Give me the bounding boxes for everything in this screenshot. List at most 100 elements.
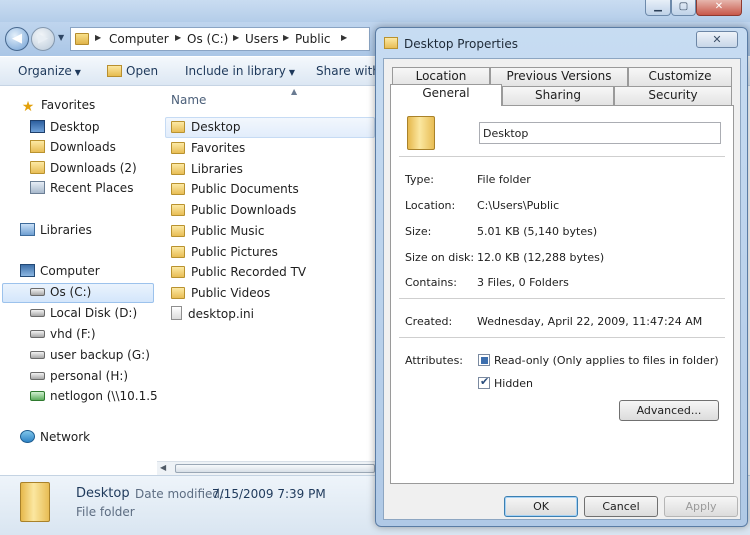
open-label: Open	[126, 64, 159, 78]
folder-name-input[interactable]	[479, 122, 721, 144]
column-header[interactable]: Name ▲	[157, 87, 375, 113]
dialog-title: Desktop Properties	[404, 37, 518, 51]
navigation-pane: ★ Favorites Desktop Downloads Downloads (…	[0, 87, 157, 475]
location-value: C:\Users\Public	[477, 199, 560, 212]
breadcrumb-chevron-icon[interactable]: ▶	[283, 33, 289, 42]
nav-personal-h[interactable]: personal (H:)	[30, 367, 128, 387]
share-with-button[interactable]: Share with	[316, 64, 380, 78]
file-item-label: Public Videos	[191, 286, 271, 300]
contains-value: 3 Files, 0 Folders	[477, 276, 569, 289]
nav-downloads-2[interactable]: Downloads (2)	[30, 159, 137, 179]
include-in-library-button[interactable]: Include in library ▼	[185, 64, 295, 78]
sort-ascending-icon: ▲	[291, 87, 298, 96]
folder-icon	[171, 266, 185, 278]
ok-button[interactable]: OK	[504, 496, 578, 517]
nav-recent-places-label: Recent Places	[50, 181, 134, 195]
large-folder-icon	[20, 482, 50, 522]
details-modified-value: 7/15/2009 7:39 PM	[212, 487, 326, 501]
nav-network[interactable]: Network	[20, 428, 90, 448]
file-item-label: Libraries	[191, 162, 243, 176]
separator	[399, 298, 725, 299]
hidden-checkbox[interactable]: ✔	[478, 375, 490, 389]
nav-computer[interactable]: Computer	[20, 262, 100, 282]
breadcrumb-public[interactable]: Public	[295, 32, 331, 46]
breadcrumb-chevron-icon[interactable]: ▶	[233, 33, 239, 42]
close-window-button[interactable]: ✕	[696, 0, 742, 16]
maximize-button[interactable]: ▢	[671, 0, 696, 16]
folder-icon	[171, 204, 185, 216]
column-name-header[interactable]: Name	[171, 93, 206, 107]
nav-local-disk-d[interactable]: Local Disk (D:)	[30, 304, 137, 324]
size-value: 5.01 KB (5,140 bytes)	[477, 225, 598, 238]
breadcrumb-computer[interactable]: Computer	[109, 32, 169, 46]
scroll-left-icon[interactable]: ◀	[160, 463, 166, 472]
tab-general[interactable]: General	[390, 84, 502, 106]
nav-desktop[interactable]: Desktop	[30, 118, 100, 138]
recent-places-icon	[30, 181, 45, 194]
nav-recent-places[interactable]: Recent Places	[30, 179, 133, 199]
nav-favorites-label: Favorites	[41, 98, 96, 112]
folder-icon	[171, 142, 185, 154]
tab-previous-versions[interactable]: Previous Versions	[490, 67, 628, 86]
tab-security[interactable]: Security	[614, 86, 732, 105]
nav-favorites[interactable]: ★ Favorites	[20, 96, 96, 116]
forward-button[interactable]: ▶	[31, 27, 55, 51]
back-button[interactable]: ◀	[5, 27, 29, 51]
hidden-label: Hidden	[494, 377, 534, 390]
breadcrumb-users[interactable]: Users	[245, 32, 279, 46]
drive-icon	[30, 351, 45, 359]
nav-downloads-2-label: Downloads (2)	[50, 161, 137, 175]
file-item-public-recorded-tv[interactable]: Public Recorded TV	[171, 263, 306, 283]
network-drive-icon	[30, 391, 45, 401]
caret-down-icon: ▼	[74, 68, 81, 77]
nav-vhd-f[interactable]: vhd (F:)	[30, 325, 96, 345]
nav-libraries[interactable]: Libraries	[20, 221, 92, 241]
file-item-public-pictures[interactable]: Public Pictures	[171, 243, 278, 263]
breadcrumb-os-c[interactable]: Os (C:)	[187, 32, 228, 46]
breadcrumb-chevron-icon[interactable]: ▶	[341, 33, 347, 42]
indeterminate-mark-icon	[481, 357, 488, 364]
cancel-button[interactable]: Cancel	[584, 496, 658, 517]
horizontal-scrollbar[interactable]: ◀	[157, 461, 375, 475]
folder-icon	[384, 37, 398, 49]
readonly-checkbox[interactable]	[478, 354, 490, 366]
contains-label: Contains:	[405, 276, 457, 289]
nav-computer-label: Computer	[40, 264, 100, 278]
recent-pages-chevron-icon[interactable]: ▼	[58, 33, 64, 42]
details-item-type: File folder	[76, 505, 135, 519]
breadcrumb-chevron-icon[interactable]: ▶	[175, 33, 181, 42]
address-bar[interactable]: ▶ Computer ▶ Os (C:) ▶ Users ▶ Public ▶	[70, 27, 370, 51]
file-item-desktop-ini[interactable]: desktop.ini	[171, 305, 254, 325]
advanced-button[interactable]: Advanced...	[619, 400, 719, 421]
desktop-icon	[30, 120, 45, 133]
tab-customize[interactable]: Customize	[628, 67, 732, 86]
nav-user-backup-g[interactable]: user backup (G:)	[30, 346, 150, 366]
organize-label: Organize	[18, 64, 72, 78]
file-item-favorites[interactable]: Favorites	[171, 139, 245, 159]
file-item-libraries[interactable]: Libraries	[171, 160, 243, 180]
nav-os-c[interactable]: Os (C:)	[30, 283, 91, 303]
nav-netlogon[interactable]: netlogon (\\10.1.50.	[30, 387, 157, 407]
separator	[399, 337, 725, 338]
organize-button[interactable]: Organize ▼	[18, 64, 81, 78]
large-folder-icon	[407, 116, 435, 150]
dialog-close-button[interactable]: ✕	[696, 31, 738, 48]
created-label: Created:	[405, 315, 453, 328]
file-item-public-documents[interactable]: Public Documents	[171, 180, 299, 200]
apply-button[interactable]: Apply	[664, 496, 738, 517]
file-item-public-music[interactable]: Public Music	[171, 222, 264, 242]
tab-sharing[interactable]: Sharing	[502, 86, 614, 105]
file-item-label: Public Documents	[191, 182, 299, 196]
minimize-button[interactable]: ▁	[645, 0, 671, 16]
file-item-public-downloads[interactable]: Public Downloads	[171, 201, 296, 221]
scrollbar-thumb[interactable]	[175, 464, 375, 473]
nav-downloads[interactable]: Downloads	[30, 138, 116, 158]
breadcrumb-chevron-icon[interactable]: ▶	[95, 33, 101, 42]
file-item-desktop[interactable]: Desktop	[171, 118, 241, 138]
nav-netlogon-label: netlogon (\\10.1.50.	[50, 389, 157, 403]
folder-icon	[171, 287, 185, 299]
file-item-public-videos[interactable]: Public Videos	[171, 284, 270, 304]
type-label: Type:	[405, 173, 434, 186]
file-item-label: Public Music	[191, 224, 265, 238]
open-button[interactable]: Open	[107, 64, 158, 78]
